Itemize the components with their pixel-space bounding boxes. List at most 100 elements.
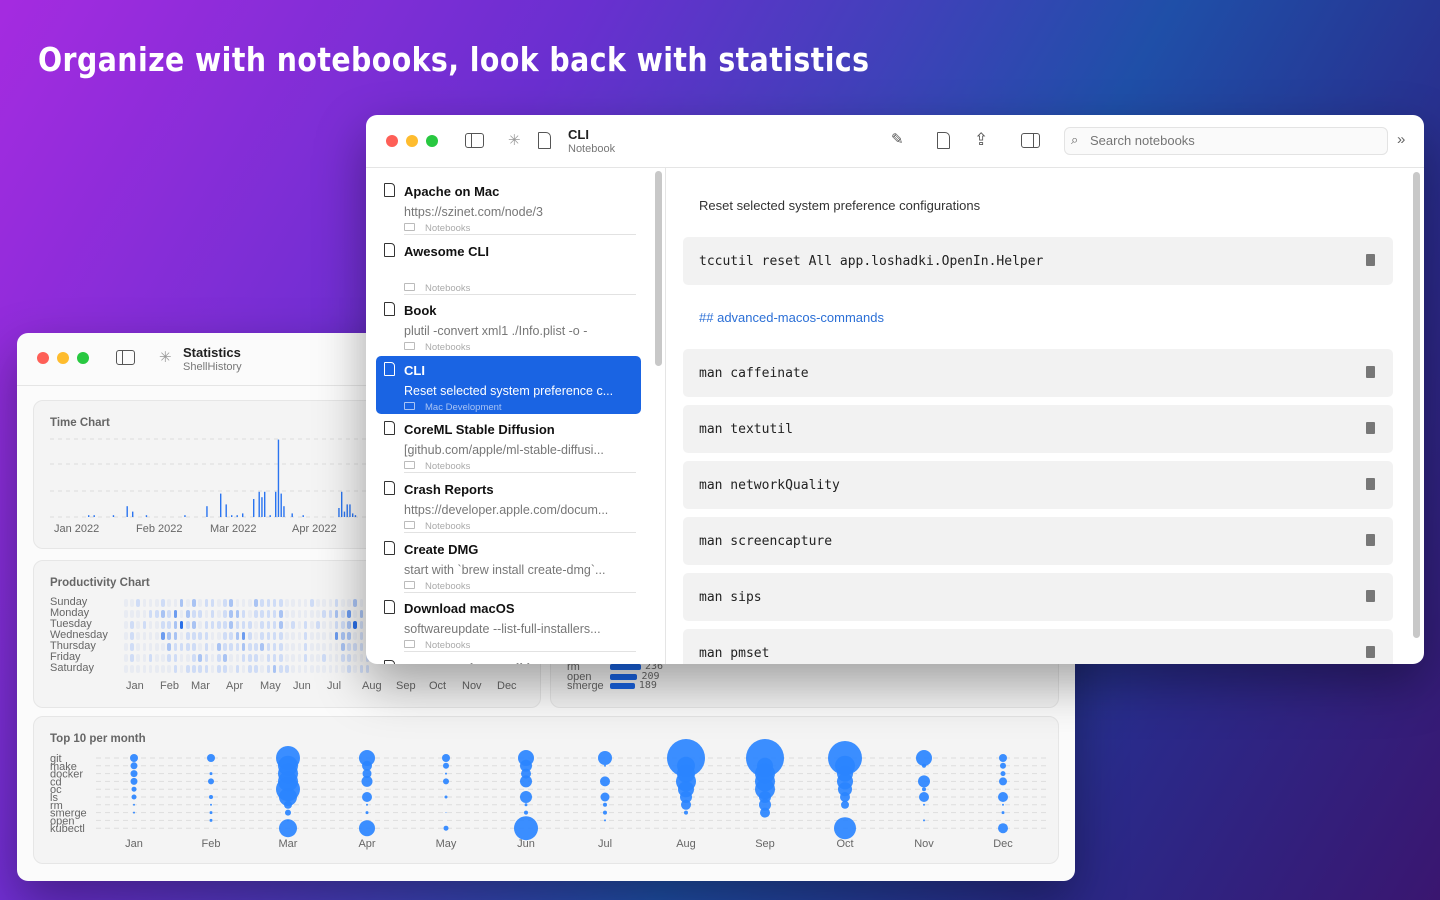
bubble — [922, 787, 926, 792]
note-list-item[interactable]: Crash Reports https://developer.apple.com… — [376, 475, 641, 533]
share-icon[interactable]: ⇪ — [974, 131, 988, 148]
time-bar — [275, 491, 277, 517]
bubble — [604, 819, 606, 822]
zoom-button[interactable] — [426, 135, 438, 147]
bubble — [999, 754, 1007, 762]
heatmap-cell — [179, 665, 184, 673]
bubble — [207, 754, 215, 762]
bubble — [130, 777, 138, 785]
document-icon — [384, 302, 395, 317]
heatmap-cell — [241, 654, 246, 662]
zoom-button[interactable] — [77, 352, 89, 364]
heatmap-cell — [229, 665, 233, 673]
heatmap-cell — [192, 610, 196, 618]
code-text: man pmset — [699, 646, 770, 661]
document-icon — [384, 659, 395, 664]
bubble — [366, 803, 368, 806]
day-label: Saturday — [50, 662, 95, 674]
heatmap-cell — [248, 610, 252, 618]
note-list-item[interactable]: Apache on Mac https://szinet.com/node/3 No… — [376, 177, 641, 235]
more-chevron-icon[interactable]: » — [1397, 132, 1405, 147]
heatmap-cell — [223, 665, 227, 673]
heatmap-cell — [266, 599, 271, 607]
note-folder: Mac Development — [425, 401, 502, 413]
copy-icon[interactable] — [1366, 366, 1375, 378]
copy-icon[interactable] — [1366, 478, 1375, 490]
heatmap-cell — [334, 632, 339, 640]
heatmap-cell — [272, 599, 277, 607]
note-list-item[interactable]: Game Porting Toolkit — [376, 654, 641, 664]
heatmap-cell — [328, 621, 333, 629]
heatmap-cell — [347, 654, 351, 662]
heatmap-cell — [285, 632, 289, 640]
sidebar-toggle-icon[interactable] — [116, 350, 135, 365]
edit-pencil-icon[interactable]: ✎ — [891, 132, 904, 147]
heatmap-cell — [279, 654, 283, 662]
close-button[interactable] — [37, 352, 49, 364]
heatmap-cell — [347, 621, 351, 629]
heatmap-cell — [186, 654, 190, 662]
bubble — [361, 775, 373, 787]
heatmap-cell — [322, 643, 326, 651]
copy-icon[interactable] — [1366, 254, 1375, 266]
time-bar — [236, 515, 238, 517]
heatmap-cell — [217, 643, 221, 651]
heatmap-cell — [241, 599, 246, 607]
minimize-button[interactable] — [406, 135, 418, 147]
note-list-item[interactable]: CoreML Stable Diffusion [github.com/apple… — [376, 415, 641, 474]
note-list-item[interactable]: Download macOS softwareupdate --list-full… — [376, 594, 641, 653]
export-icon[interactable] — [937, 132, 950, 149]
copy-icon[interactable] — [1366, 422, 1375, 434]
month-label: Nov — [462, 680, 482, 692]
heatmap-cell — [353, 632, 357, 640]
heatmap-cell — [229, 643, 233, 651]
time-bar — [338, 508, 340, 517]
heatmap-cell — [124, 665, 128, 673]
heading-link[interactable]: advanced-macos-commands — [717, 310, 884, 325]
copy-icon[interactable] — [1366, 590, 1375, 602]
month-label: Feb — [160, 680, 179, 692]
month-label: Apr — [226, 680, 244, 692]
note-list-item[interactable]: Create DMG start with `brew install creat… — [376, 535, 641, 593]
heatmap-cell — [279, 610, 283, 618]
note-title: CoreML Stable Diffusion — [404, 422, 555, 438]
heatmap-cell — [130, 621, 134, 629]
minimize-button[interactable] — [57, 352, 69, 364]
new-note-icon[interactable] — [538, 132, 551, 149]
heatmap-cell — [161, 665, 165, 673]
bubble — [520, 791, 532, 803]
window-subtitle: ShellHistory — [183, 361, 242, 373]
heatmap-cell — [217, 599, 221, 607]
heatmap-cell — [186, 643, 190, 651]
heatmap-cell — [186, 599, 190, 607]
heatmap-cell — [192, 599, 196, 607]
window-title: CLI — [568, 127, 589, 142]
copy-icon[interactable] — [1366, 534, 1375, 546]
copy-icon[interactable] — [1366, 646, 1375, 658]
month-label: Mar — [279, 838, 298, 850]
sidebar-toggle-icon[interactable] — [465, 133, 484, 148]
close-button[interactable] — [386, 135, 398, 147]
heatmap-cell — [198, 632, 202, 640]
bubble — [359, 820, 375, 837]
note-folder: Notebooks — [425, 640, 471, 652]
heatmap-cell — [254, 632, 258, 640]
heatmap-cell — [167, 621, 171, 629]
inspector-toggle-icon[interactable] — [1021, 133, 1040, 148]
heatmap-cell — [241, 665, 246, 673]
detail-scrollbar[interactable] — [1413, 172, 1420, 638]
document-icon — [384, 183, 395, 197]
note-list-item[interactable]: Book plutil -convert xml1 ./Info.plist -o… — [376, 296, 641, 354]
list-scrollbar[interactable] — [655, 171, 662, 366]
heatmap-cell — [310, 665, 314, 673]
search-field[interactable]: ⌕ — [1064, 127, 1388, 155]
x-tick-label: Mar 2022 — [210, 523, 256, 535]
note-list-item[interactable]: CLI Reset selected system preference c...… — [376, 355, 641, 414]
note-list-item[interactable]: Awesome CLI Notebooks — [376, 237, 641, 295]
search-input[interactable] — [1090, 133, 1370, 148]
time-bar — [145, 515, 148, 517]
heatmap-cell — [328, 665, 333, 673]
heatmap-cell — [223, 654, 227, 662]
heatmap-cell — [155, 632, 159, 640]
code-block: man sips — [683, 573, 1393, 621]
